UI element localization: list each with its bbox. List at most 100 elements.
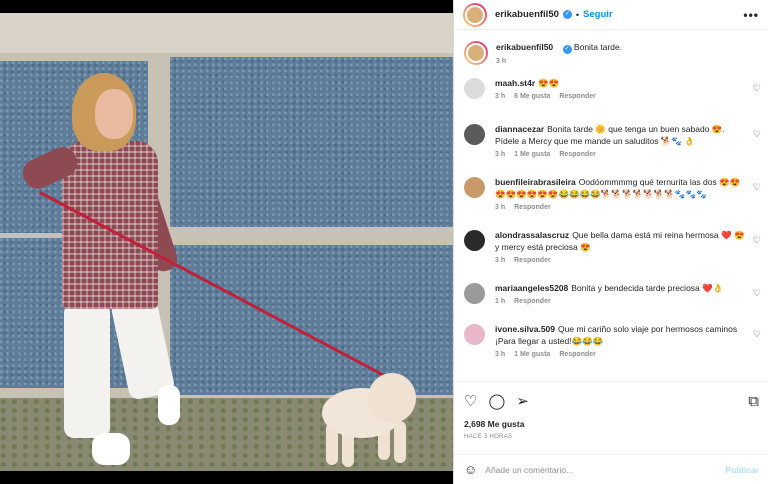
post-actions: ♡ ◯ ➢ ⧉ 2,698 Me gusta HACE 3 HORAS bbox=[454, 381, 768, 440]
comment-time: 3 h bbox=[495, 204, 506, 211]
action-row: ♡ ◯ ➢ ⧉ bbox=[464, 390, 759, 412]
likes-count[interactable]: 2,698 Me gusta bbox=[464, 419, 759, 429]
comment-username[interactable]: mariaangeles5208 bbox=[495, 283, 568, 293]
share-icon[interactable]: ➢ bbox=[516, 394, 529, 409]
comment-text-line: buenfileirabrasileira Oodóommmmg qué tern… bbox=[495, 176, 747, 200]
comment-body: buenfileirabrasileira Oodóommmmg qué tern… bbox=[495, 176, 747, 229]
comment-like-heart-icon[interactable]: ♡ bbox=[753, 329, 761, 340]
comment-text: 😍😍 bbox=[538, 78, 560, 88]
comment-likes[interactable]: 1 Me gusta bbox=[514, 351, 550, 358]
comment-username[interactable]: ivone.silva.509 bbox=[495, 324, 555, 334]
comment-text-line: ivone.silva.509 Que mi cariño solo viaje … bbox=[495, 323, 747, 347]
comment-time: 1 h bbox=[495, 298, 506, 305]
woman-shoe bbox=[92, 433, 130, 465]
author-avatar[interactable] bbox=[463, 2, 487, 27]
wall-panel bbox=[170, 245, 453, 395]
comment-username[interactable]: buenfileirabrasileira bbox=[495, 177, 576, 187]
dog-head bbox=[368, 373, 416, 423]
comment-like-heart-icon[interactable]: ♡ bbox=[753, 182, 761, 193]
publish-button[interactable]: Publicar bbox=[725, 465, 759, 475]
save-bookmark-icon[interactable]: ⧉ bbox=[748, 394, 759, 409]
emoji-icon[interactable]: ☺ bbox=[464, 462, 477, 477]
caption-meta: 3 h bbox=[496, 58, 748, 65]
woman-shoe bbox=[158, 385, 180, 425]
caption-text: Bonita tarde. bbox=[573, 42, 623, 52]
comment-like-heart-icon[interactable]: ♡ bbox=[753, 83, 761, 94]
comment-text-line: diannacezar Bonita tarde 🌼 que tenga un b… bbox=[495, 123, 747, 147]
comment-meta: 3 h 1 Me gusta Responder bbox=[495, 351, 747, 358]
woman-leg bbox=[64, 303, 110, 438]
comment-like-heart-icon[interactable]: ♡ bbox=[753, 129, 761, 140]
comment-body: ivone.silva.509 Que mi cariño solo viaje … bbox=[495, 323, 747, 371]
commenter-avatar[interactable] bbox=[464, 324, 485, 345]
comment-meta: 3 h Responder bbox=[495, 204, 747, 211]
comment-text-line: mariaangeles5208 Bonita y bendecida tarde… bbox=[495, 282, 747, 294]
comment-time: 3 h bbox=[495, 93, 506, 100]
woman-face bbox=[95, 89, 133, 139]
post-photo[interactable] bbox=[0, 0, 453, 484]
caption: erikabuenfil50 ✓ Bonita tarde. 3 h bbox=[454, 41, 768, 65]
comment-time: 3 h bbox=[495, 151, 506, 158]
comment-username[interactable]: maah.st4r bbox=[495, 78, 535, 88]
caption-username[interactable]: erikabuenfil50 bbox=[496, 42, 553, 52]
comment-time: 3 h bbox=[495, 257, 506, 264]
comments-list[interactable]: erikabuenfil50 ✓ Bonita tarde. 3 h maah.… bbox=[454, 31, 768, 381]
comment-item: maah.st4r 😍😍 3 h 6 Me gusta Responder ♡ bbox=[454, 77, 768, 123]
dog-leg bbox=[394, 421, 406, 463]
comment-meta: 1 h Responder bbox=[495, 298, 747, 305]
comment-body: diannacezar Bonita tarde 🌼 que tenga un b… bbox=[495, 123, 747, 176]
comment-body: maah.st4r 😍😍 3 h 6 Me gusta Responder bbox=[495, 77, 747, 123]
caption-time: 3 h bbox=[496, 58, 507, 65]
reply-button[interactable]: Responder bbox=[559, 351, 596, 358]
comment-like-heart-icon[interactable]: ♡ bbox=[753, 235, 761, 246]
caption-avatar[interactable] bbox=[464, 41, 488, 65]
reply-button[interactable]: Responder bbox=[514, 204, 551, 211]
reply-button[interactable]: Responder bbox=[559, 151, 596, 158]
avatar bbox=[465, 4, 485, 25]
comment-username[interactable]: alondrassalascruz bbox=[495, 230, 569, 240]
reply-button[interactable]: Responder bbox=[514, 257, 551, 264]
verified-icon: ✓ bbox=[562, 10, 572, 19]
comment-time: 3 h bbox=[495, 351, 506, 358]
more-options-icon[interactable]: ••• bbox=[743, 8, 759, 22]
author-username[interactable]: erikabuenfil50 bbox=[495, 9, 559, 20]
comment-item: diannacezar Bonita tarde 🌼 que tenga un b… bbox=[454, 123, 768, 176]
wall-panel bbox=[170, 57, 453, 227]
post-sidebar: erikabuenfil50 ✓ • Seguir ••• erikabuenf… bbox=[453, 0, 768, 484]
comment-text: Bonita y bendecida tarde preciosa ❤️👌 bbox=[571, 283, 724, 293]
commenter-avatar[interactable] bbox=[464, 230, 485, 251]
commenter-avatar[interactable] bbox=[464, 177, 485, 198]
comment-likes[interactable]: 6 Me gusta bbox=[514, 93, 550, 100]
add-comment-bar: ☺ Publicar bbox=[454, 454, 768, 484]
comment-text-line: maah.st4r 😍😍 bbox=[495, 77, 747, 89]
commenter-avatar[interactable] bbox=[464, 78, 485, 99]
comment-username[interactable]: diannacezar bbox=[495, 124, 544, 134]
comment-body: mariaangeles5208 Bonita y bendecida tarde… bbox=[495, 282, 747, 323]
commenter-avatar[interactable] bbox=[464, 124, 485, 145]
comment-input[interactable] bbox=[485, 464, 706, 475]
comment-meta: 3 h Responder bbox=[495, 257, 747, 264]
comment-item: buenfileirabrasileira Oodóommmmg qué tern… bbox=[454, 176, 768, 229]
comment-meta: 3 h 1 Me gusta Responder bbox=[495, 151, 747, 158]
comment-item: alondrassalascruz Que bella dama está mi … bbox=[454, 229, 768, 282]
comment-text-line: alondrassalascruz Que bella dama está mi … bbox=[495, 229, 747, 253]
follow-button[interactable]: Seguir bbox=[583, 9, 613, 20]
comment-item: ivone.silva.509 Que mi cariño solo viaje … bbox=[454, 323, 768, 371]
post-time: HACE 3 HORAS bbox=[464, 434, 513, 440]
wall-top bbox=[0, 13, 453, 53]
comment-likes[interactable]: 1 Me gusta bbox=[514, 151, 550, 158]
comment-like-heart-icon[interactable]: ♡ bbox=[753, 288, 761, 299]
caption-body: erikabuenfil50 ✓ Bonita tarde. 3 h bbox=[496, 41, 748, 65]
photo-scene bbox=[0, 13, 453, 471]
separator-dot: • bbox=[575, 9, 580, 20]
post-header: erikabuenfil50 ✓ • Seguir ••• bbox=[454, 0, 768, 30]
comment-meta: 3 h 6 Me gusta Responder bbox=[495, 93, 747, 100]
like-heart-icon[interactable]: ♡ bbox=[464, 394, 477, 409]
reply-button[interactable]: Responder bbox=[514, 298, 551, 305]
avatar bbox=[466, 43, 486, 63]
comment-icon[interactable]: ◯ bbox=[488, 394, 505, 409]
verified-icon: ✓ bbox=[562, 45, 572, 54]
comment-body: alondrassalascruz Que bella dama está mi … bbox=[495, 229, 747, 282]
reply-button[interactable]: Responder bbox=[559, 93, 596, 100]
commenter-avatar[interactable] bbox=[464, 283, 485, 304]
